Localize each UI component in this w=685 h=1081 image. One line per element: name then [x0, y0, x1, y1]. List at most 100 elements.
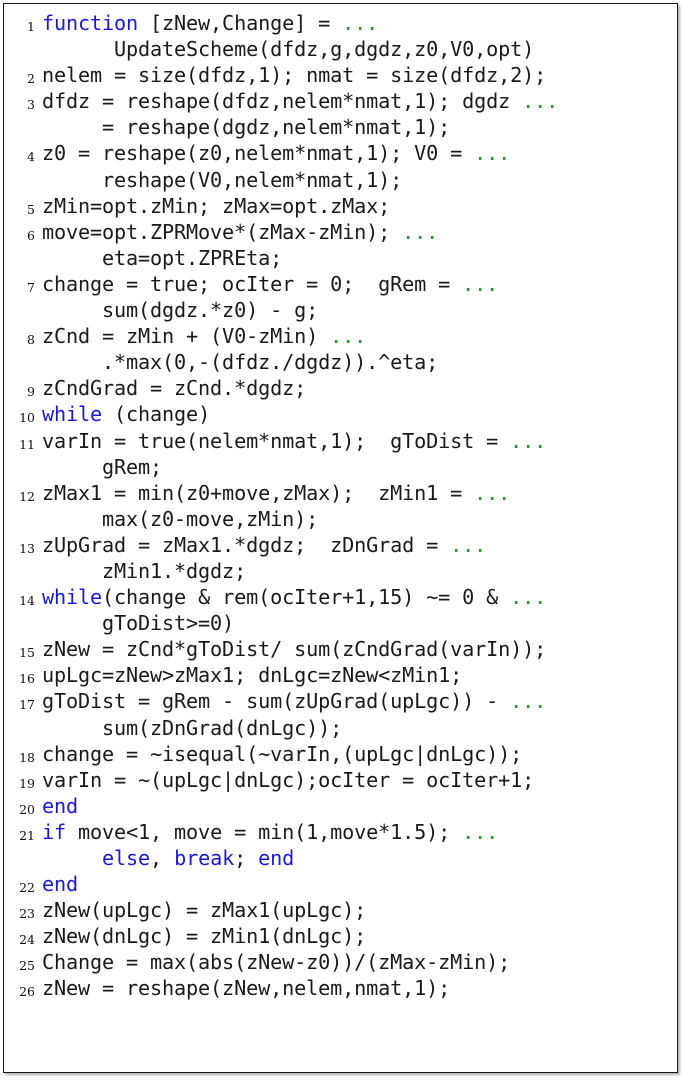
code-token: zMax1 = min(z0+move,zMax); zMin1 =: [42, 480, 475, 505]
code-line: 5 zMin=opt.zMin; zMax=opt.zMax;: [4, 193, 677, 219]
line-number: 26: [19, 984, 35, 1000]
code-token: [zNew,Change] =: [138, 11, 343, 35]
code-keyword: end: [42, 793, 79, 818]
code-text: .*max(0,-(dfdz./dgdz)).^eta;: [42, 349, 438, 375]
code-line: 14 while(change & rem(ocIter+1,15) ∼= 0 &…: [4, 584, 677, 610]
code-token: ,: [150, 846, 175, 870]
code-text: gRem;: [42, 454, 162, 480]
line-continuation-ellipsis: ...: [474, 141, 511, 166]
code-text: upLgc=zNew>zMax1; dnLgc=zNew<zMin1;: [42, 662, 462, 688]
code-token: Change = max(abs(zNew-z0))/(zMax-zMin);: [42, 950, 511, 975]
code-text: else, break; end: [42, 845, 294, 871]
line-number: 17: [19, 697, 35, 713]
code-keyword: break: [174, 846, 235, 870]
code-text: varIn = ∼(upLgc|dnLgc);ocIter = ocIter+1…: [42, 767, 534, 793]
code-token: varIn = true(nelem*nmat,1); gToDist =: [42, 428, 511, 453]
code-text: = reshape(dgdz,nelem*nmat,1);: [42, 114, 450, 140]
code-token: move<1, move = min(1,move*1.5);: [66, 819, 463, 844]
line-number: 20: [19, 801, 35, 817]
line-number: 15: [19, 645, 35, 661]
code-line-continuation: sum(dgdz.*z0) - g;: [4, 297, 677, 323]
code-token: change = true; ocIter = 0; gRem =: [42, 271, 463, 296]
code-line: 1 function [zNew,Change] = ...: [4, 10, 677, 36]
code-token: reshape(V0,nelem*nmat,1);: [42, 167, 403, 192]
code-line-continuation: gRem;: [4, 454, 677, 480]
code-text: zNew = zCnd*gToDist/ sum(zCndGrad(varIn)…: [42, 636, 546, 662]
code-keyword: while: [42, 585, 103, 610]
code-line-continuation: zMin1.*dgdz;: [4, 558, 677, 584]
code-token: dfdz = reshape(dfdz,nelem*nmat,1); dgdz: [42, 89, 523, 114]
code-line: 12 zMax1 = min(z0+move,zMax); zMin1 = ...: [4, 480, 677, 506]
code-line: 26 zNew = reshape(zNew,nelem,nmat,1);: [4, 975, 677, 1001]
code-text: zNew(dnLgc) = zMin1(dnLgc);: [42, 923, 366, 949]
code-line: 15 zNew = zCnd*gToDist/ sum(zCndGrad(varI…: [4, 636, 677, 662]
code-token: eta=opt.ZPREta;: [42, 245, 283, 270]
code-text: change = ∼isequal(∼varIn,(upLgc|dnLgc));: [42, 741, 522, 767]
line-number: 19: [19, 775, 35, 791]
line-continuation-ellipsis: ...: [510, 585, 547, 610]
code-token: zCnd = zMin + (V0-zMin): [42, 324, 331, 349]
line-continuation-ellipsis: ...: [462, 271, 499, 296]
code-line: 20 end: [4, 793, 677, 819]
code-token: zUpGrad = zMax1.*dgdz; zDnGrad =: [42, 532, 451, 557]
code-token: change = ∼isequal(∼varIn,(upLgc|dnLgc));: [42, 741, 523, 766]
line-number: 16: [19, 671, 35, 687]
code-token: zNew = reshape(zNew,nelem,nmat,1);: [42, 976, 451, 1001]
code-line: 13 zUpGrad = zMax1.*dgdz; zDnGrad = ...: [4, 532, 677, 558]
line-continuation-ellipsis: ...: [330, 324, 367, 349]
code-line: 3 dfdz = reshape(dfdz,nelem*nmat,1); dgdz…: [4, 88, 677, 114]
code-text: zCndGrad = zCnd.*dgdz;: [42, 375, 306, 401]
code-line: 16 upLgc=zNew>zMax1; dnLgc=zNew<zMin1;: [4, 662, 677, 688]
code-line-continuation: else, break; end: [4, 845, 677, 871]
code-token: UpdateScheme(dfdz,g,dgdz,z0,V0,opt): [42, 37, 535, 62]
code-text: max(z0-move,zMin);: [42, 506, 318, 532]
code-token: .*max(0,-(dfdz./dgdz)).^eta;: [42, 350, 439, 375]
code-line-continuation: UpdateScheme(dfdz,g,dgdz,z0,V0,opt): [4, 36, 677, 62]
code-line: 7 change = true; ocIter = 0; gRem = ...: [4, 271, 677, 297]
line-number: 7: [27, 279, 35, 295]
code-token: z0 = reshape(z0,nelem*nmat,1); V0 =: [42, 141, 475, 166]
code-line: 18 change = ∼isequal(∼varIn,(upLgc|dnLgc)…: [4, 741, 677, 767]
code-text: move=opt.ZPRMove*(zMax-zMin); ...: [42, 219, 438, 245]
code-keyword: end: [42, 872, 79, 897]
code-text: gToDist = gRem - sum(zUpGrad(upLgc)) - .…: [42, 688, 546, 714]
code-line: 10 while (change): [4, 401, 677, 427]
code-text: zMin=opt.zMin; zMax=opt.zMax;: [42, 193, 390, 219]
line-number: 3: [27, 97, 35, 113]
code-text: zNew(upLgc) = zMax1(upLgc);: [42, 897, 366, 923]
code-keyword: function: [42, 11, 139, 35]
code-line: 17 gToDist = gRem - sum(zUpGrad(upLgc)) -…: [4, 688, 677, 714]
line-number: 9: [27, 384, 35, 400]
line-continuation-ellipsis: ...: [510, 689, 547, 714]
line-number: 8: [27, 332, 35, 348]
code-line: 25 Change = max(abs(zNew-z0))/(zMax-zMin)…: [4, 949, 677, 975]
code-text: reshape(V0,nelem*nmat,1);: [42, 167, 402, 193]
line-continuation-ellipsis: ...: [522, 89, 559, 114]
code-text: eta=opt.ZPREta;: [42, 245, 282, 271]
line-number: 24: [19, 932, 35, 948]
code-text: change = true; ocIter = 0; gRem = ...: [42, 271, 498, 297]
code-line-continuation: eta=opt.ZPREta;: [4, 245, 677, 271]
code-text: end: [42, 793, 78, 819]
code-line: 2 nelem = size(dfdz,1); nmat = size(dfdz,…: [4, 62, 677, 88]
code-token: gToDist>=0): [42, 611, 235, 636]
code-line: 19 varIn = ∼(upLgc|dnLgc);ocIter = ocIter…: [4, 767, 677, 793]
code-text: zUpGrad = zMax1.*dgdz; zDnGrad = ...: [42, 532, 486, 558]
line-continuation-ellipsis: ...: [510, 428, 547, 453]
code-keyword: while: [42, 402, 103, 427]
code-token: zNew = zCnd*gToDist/ sum(zCndGrad(varIn)…: [42, 637, 547, 662]
line-continuation-ellipsis: ...: [402, 219, 439, 244]
line-number: 22: [19, 880, 35, 896]
code-listing-frame: 1 function [zNew,Change] = ... UpdateSche…: [3, 3, 678, 1073]
code-line: 21 if move<1, move = min(1,move*1.5); ...: [4, 819, 677, 845]
code-line-continuation: = reshape(dgdz,nelem*nmat,1);: [4, 114, 677, 140]
line-number: 10: [19, 410, 35, 426]
code-text: if move<1, move = min(1,move*1.5); ...: [42, 819, 498, 845]
line-number: 4: [27, 149, 35, 165]
line-continuation-ellipsis: ...: [450, 532, 487, 557]
code-line: 6 move=opt.ZPRMove*(zMax-zMin); ...: [4, 219, 677, 245]
code-text: gToDist>=0): [42, 610, 234, 636]
code-text: Change = max(abs(zNew-z0))/(zMax-zMin);: [42, 949, 510, 975]
code-text: while (change): [42, 401, 210, 427]
code-text: zNew = reshape(zNew,nelem,nmat,1);: [42, 975, 450, 1001]
